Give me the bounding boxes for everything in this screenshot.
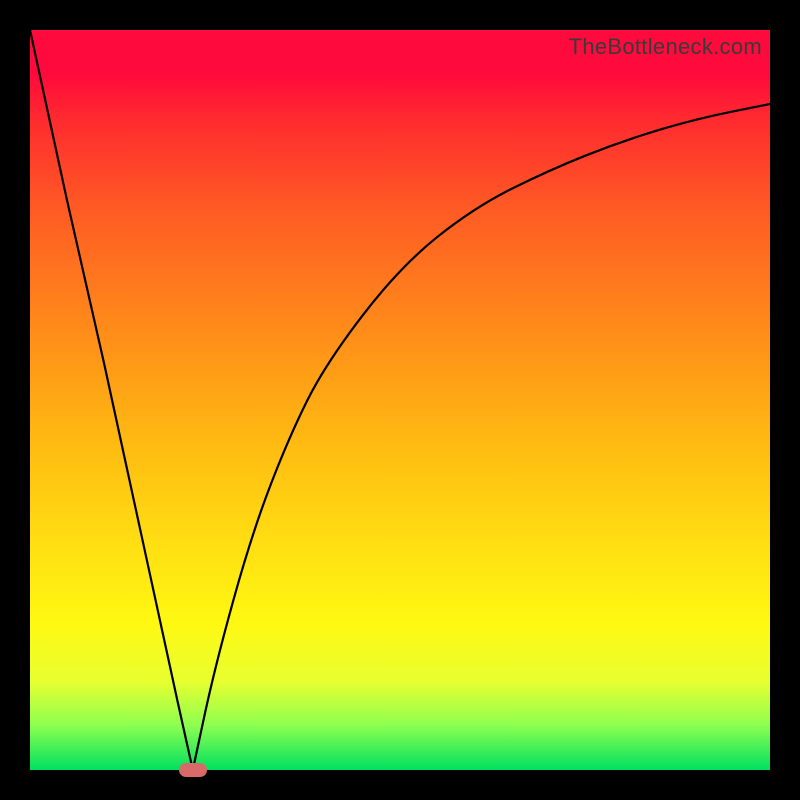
watermark-text: TheBottleneck.com <box>569 34 762 60</box>
bottleneck-curve <box>30 30 770 770</box>
optimum-marker <box>179 763 207 777</box>
chart-area: TheBottleneck.com <box>30 30 770 770</box>
